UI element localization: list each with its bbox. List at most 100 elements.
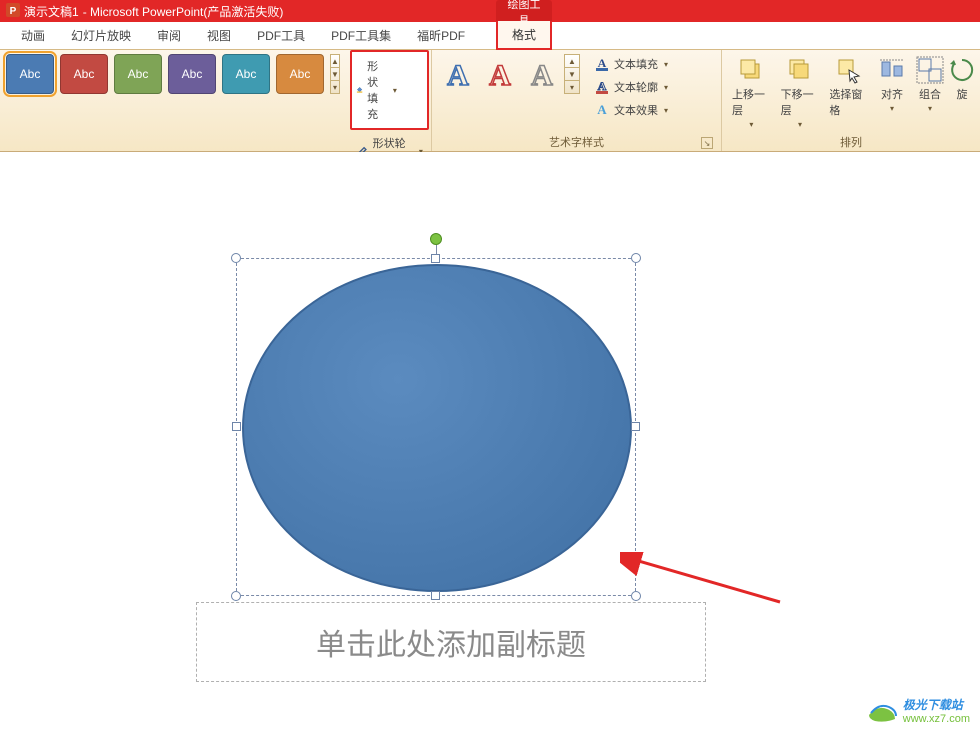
text-effects-button[interactable]: A 文本效果 ▾ <box>590 100 672 120</box>
dropdown-icon: ▾ <box>890 104 894 113</box>
rotate-handle[interactable] <box>430 233 442 245</box>
ribbon: Abc Abc Abc Abc Abc Abc ▲ ▼ ▾ 形状填充 ▾ <box>0 50 980 152</box>
style-swatch-2[interactable]: Abc <box>60 54 108 94</box>
svg-text:A: A <box>598 56 607 70</box>
resize-handle-ml[interactable] <box>232 422 241 431</box>
text-outline-label: 文本轮廓 <box>614 79 658 95</box>
style-swatch-3[interactable]: Abc <box>114 54 162 94</box>
dropdown-icon: ▾ <box>393 86 397 95</box>
rotate-button[interactable]: 旋 <box>950 54 974 130</box>
style-swatch-5[interactable]: Abc <box>222 54 270 94</box>
group-button-label: 组合 <box>919 86 941 102</box>
resize-handle-mr[interactable] <box>631 422 640 431</box>
group-button[interactable]: 组合 ▾ <box>912 54 948 130</box>
shape-fill-label: 形状填充 <box>367 58 387 122</box>
tab-view[interactable]: 视图 <box>194 22 244 49</box>
shape-fill-button[interactable]: 形状填充 ▾ <box>350 50 429 130</box>
group-icon <box>916 56 944 84</box>
watermark-logo-icon <box>867 697 897 727</box>
svg-text:P: P <box>10 6 17 17</box>
group-shape-styles: Abc Abc Abc Abc Abc Abc ▲ ▼ ▾ 形状填充 ▾ <box>0 50 432 151</box>
shape-selection-box[interactable] <box>236 258 636 596</box>
align-label: 对齐 <box>881 86 903 102</box>
send-backward-icon <box>786 56 814 84</box>
bring-forward-icon <box>737 56 765 84</box>
style-swatch-1[interactable]: Abc <box>6 54 54 94</box>
gallery-more-icon[interactable]: ▾ <box>565 81 579 93</box>
gallery-up-icon[interactable]: ▲ <box>565 55 579 68</box>
resize-handle-tl[interactable] <box>231 253 241 263</box>
tab-animation[interactable]: 动画 <box>8 22 58 49</box>
app-icon: P <box>6 3 20 20</box>
style-swatch-4[interactable]: Abc <box>168 54 216 94</box>
tab-pdf-tools[interactable]: PDF工具 <box>244 22 318 49</box>
group-arrange-label: 排列 <box>840 134 862 150</box>
svg-text:A: A <box>598 79 607 93</box>
text-outline-icon: A <box>594 79 610 95</box>
ribbon-tab-bar: 动画 幻灯片放映 审阅 视图 PDF工具 PDF工具集 福昕PDF 格式 <box>0 22 980 50</box>
watermark-name: 极光下载站 <box>903 699 970 712</box>
style-gallery-scroll[interactable]: ▲ ▼ ▾ <box>330 54 340 94</box>
app-title-suffix: - Microsoft PowerPoint(产品激活失败) <box>83 3 284 20</box>
dropdown-icon: ▾ <box>928 104 932 113</box>
wordart-gallery-scroll[interactable]: ▲ ▼ ▾ <box>564 54 580 94</box>
tab-slideshow[interactable]: 幻灯片放映 <box>58 22 144 49</box>
resize-handle-br[interactable] <box>631 591 641 601</box>
contextual-tab-drawing-tools: 绘图工具 <box>496 0 552 22</box>
subtitle-placeholder-text: 单击此处添加副标题 <box>316 620 586 664</box>
oval-shape[interactable] <box>242 264 632 592</box>
tab-review[interactable]: 审阅 <box>144 22 194 49</box>
text-effects-icon: A <box>594 102 610 118</box>
gallery-down-icon[interactable]: ▼ <box>331 68 339 81</box>
document-title: 演示文稿1 <box>24 3 79 20</box>
align-icon <box>878 56 906 84</box>
watermark: 极光下载站 www.xz7.com <box>867 697 970 727</box>
tab-fuxin-pdf[interactable]: 福昕PDF <box>404 22 478 49</box>
align-button[interactable]: 对齐 ▾ <box>874 54 910 130</box>
text-fill-label: 文本填充 <box>614 56 658 72</box>
selection-pane-icon <box>835 56 863 84</box>
resize-handle-bm[interactable] <box>431 591 440 600</box>
text-effects-label: 文本效果 <box>614 102 658 118</box>
wordart-preset-2[interactable]: A <box>480 54 520 94</box>
slide-canvas[interactable]: 单击此处添加副标题 <box>0 152 980 733</box>
gallery-more-icon[interactable]: ▾ <box>331 81 339 93</box>
group-wordart-styles: A A A ▲ ▼ ▾ A 文本填充 ▾ <box>432 50 722 151</box>
dropdown-icon: ▾ <box>798 120 802 129</box>
dropdown-icon: ▾ <box>664 83 668 92</box>
svg-text:A: A <box>531 59 553 91</box>
tab-pdf-toolset[interactable]: PDF工具集 <box>318 22 404 49</box>
wordart-preset-3[interactable]: A <box>522 54 562 94</box>
wordart-preset-1[interactable]: A <box>438 54 478 94</box>
group-arrange: 上移一层 ▾ 下移一层 ▾ 选择窗格 对齐 ▾ 组合 ▾ <box>722 50 980 151</box>
watermark-url: www.xz7.com <box>903 713 970 725</box>
gallery-up-icon[interactable]: ▲ <box>331 55 339 68</box>
gallery-down-icon[interactable]: ▼ <box>565 68 579 81</box>
paint-bucket-icon <box>356 82 363 98</box>
tab-format[interactable]: 格式 <box>496 21 552 50</box>
svg-text:A: A <box>447 59 469 91</box>
send-backward-button[interactable]: 下移一层 ▾ <box>777 54 824 130</box>
group-wordart-styles-label: 艺术字样式 <box>549 134 604 150</box>
text-fill-icon: A <box>594 56 610 72</box>
bring-forward-label: 上移一层 <box>732 86 771 118</box>
selection-pane-label: 选择窗格 <box>829 86 868 118</box>
subtitle-placeholder[interactable]: 单击此处添加副标题 <box>196 602 706 682</box>
svg-text:A: A <box>597 102 607 117</box>
wordart-styles-dialog-launcher[interactable]: ↘ <box>701 137 713 149</box>
dropdown-icon: ▾ <box>664 60 668 69</box>
dropdown-icon: ▾ <box>749 120 753 129</box>
selection-pane-button[interactable]: 选择窗格 <box>825 54 872 130</box>
resize-handle-bl[interactable] <box>231 591 241 601</box>
resize-handle-tr[interactable] <box>631 253 641 263</box>
dropdown-icon: ▾ <box>664 106 668 115</box>
bring-forward-button[interactable]: 上移一层 ▾ <box>728 54 775 130</box>
rotate-icon <box>948 56 976 84</box>
text-outline-button[interactable]: A 文本轮廓 ▾ <box>590 77 672 97</box>
style-swatch-6[interactable]: Abc <box>276 54 324 94</box>
rotate-label: 旋 <box>957 86 968 102</box>
window-titlebar: P 演示文稿1 - Microsoft PowerPoint(产品激活失败) 绘… <box>0 0 980 22</box>
send-backward-label: 下移一层 <box>781 86 820 118</box>
resize-handle-tm[interactable] <box>431 254 440 263</box>
text-fill-button[interactable]: A 文本填充 ▾ <box>590 54 672 74</box>
